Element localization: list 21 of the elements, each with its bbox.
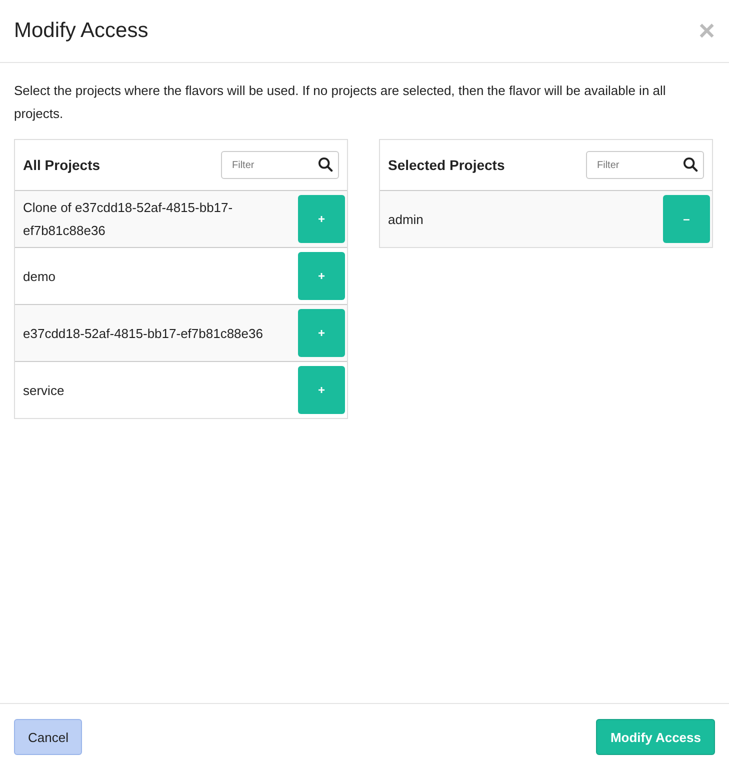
search-icon [318,157,333,172]
close-button[interactable]: × [698,17,715,45]
project-name: e37cdd18-52af-4815-bb17-ef7b81c88e36 [23,324,263,342]
filter-field[interactable]: Filter [221,151,339,179]
project-name: service [23,382,64,400]
panel-title: Selected Projects [388,157,505,173]
search-icon [683,157,698,172]
submit-button[interactable]: Modify Access [596,719,715,755]
add-button[interactable]: + [298,366,345,414]
add-button[interactable]: + [298,195,345,243]
project-name: admin [388,210,424,228]
dialog-title: Modify Access [14,19,148,43]
project-name: demo [23,268,56,286]
description-text: Select the projects where the flavors will be used. If no projects are selected, then the flavor will be available in all projects. [14,82,667,123]
add-button[interactable]: + [298,309,345,357]
filter-field[interactable]: Filter [586,151,704,179]
cancel-button[interactable]: Cancel [14,719,82,755]
project-name: Clone of e37cdd18-52af-4815-bb17-ef7b81c88e36 [23,199,234,240]
add-button[interactable]: + [298,252,345,300]
panel-title: All Projects [23,157,100,173]
remove-button[interactable]: – [663,195,710,243]
